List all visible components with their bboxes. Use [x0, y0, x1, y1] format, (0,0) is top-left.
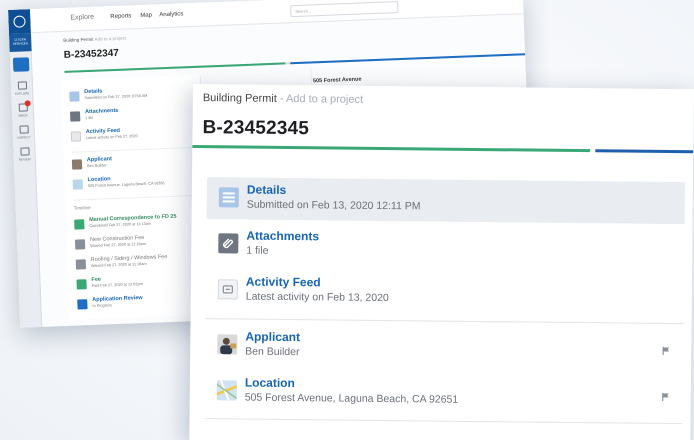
location-panel-title: 505 Forest Avenue: [312, 76, 362, 85]
list-item-attachments[interactable]: Attachments 1 file: [69, 105, 203, 128]
activity-feed-icon: [70, 131, 82, 142]
list-item-location[interactable]: Location 505 Forest Avenue, Laguna Beach…: [72, 173, 206, 196]
applicant-photo-icon: [217, 334, 238, 355]
permit-record-card: Building Permit - Add to a project B-234…: [189, 84, 694, 440]
timeline-item[interactable]: Fee Paid Feb 27, 2020 at 12:02pm: [76, 273, 209, 296]
breadcrumb: Building Permit - Add to a project: [202, 92, 364, 106]
nav-reports[interactable]: Reports: [110, 13, 131, 20]
nav-map[interactable]: Map: [140, 13, 152, 19]
document-icon: [69, 91, 80, 102]
list-item-details[interactable]: Details Submitted on Feb 13, 2020 12:11 …: [206, 177, 685, 225]
fee-icon: [75, 259, 87, 270]
list-item-attachments[interactable]: Attachments 1 file: [206, 223, 684, 270]
list-item-location[interactable]: Location 505 Forest Avenue, Laguna Beach…: [205, 370, 683, 417]
divider: [71, 146, 200, 153]
search-input[interactable]: Search...: [290, 1, 399, 18]
notification-badge: [24, 100, 31, 107]
divider: [205, 318, 684, 325]
brand-label: CITIZEN SERVICES: [8, 33, 32, 52]
check-icon: [74, 219, 85, 230]
divider: [204, 418, 683, 425]
list-item-applicant[interactable]: Applicant Ben Builder: [71, 153, 205, 176]
fee-paid-icon: [76, 279, 87, 290]
nav-analytics[interactable]: Analytics: [159, 11, 183, 18]
list-item-details[interactable]: Details Submitted on Feb 27, 2020 10:58 …: [69, 85, 202, 108]
sidebar: CITIZEN SERVICES EXPLORE INBOX INSPECT R…: [8, 9, 43, 328]
paperclip-icon: [218, 233, 239, 254]
add-to-project-link[interactable]: Add to a project: [286, 93, 363, 106]
list-item-activity-feed[interactable]: Activity Feed Latest activity on Feb 27,…: [70, 125, 204, 148]
review-in-progress-icon: [77, 299, 88, 310]
permit-number-title: B-23452345: [202, 117, 310, 140]
timeline-item[interactable]: Roofing / Siding / Windows Fee Waived Fe…: [75, 253, 209, 276]
record-summary-panel: Details Submitted on Feb 27, 2020 10:58 …: [60, 74, 210, 320]
sidebar-item-review[interactable]: REVIEW: [13, 147, 36, 162]
review-icon: [19, 147, 30, 156]
flag-icon[interactable]: [661, 392, 671, 402]
progress-bar: [64, 53, 526, 73]
app-logo-icon[interactable]: [8, 9, 31, 35]
record-summary-list: Details Submitted on Feb 13, 2020 12:11 …: [204, 177, 685, 425]
sidebar-item-search[interactable]: [12, 57, 30, 72]
activity-feed-icon: [217, 279, 238, 300]
page-title: B-23452347: [63, 47, 120, 61]
sidebar-item-inbox[interactable]: INBOX: [12, 100, 35, 118]
progress-bar: [192, 144, 694, 155]
timeline-heading: Timeline: [73, 205, 91, 211]
nav-explore[interactable]: Explore: [70, 14, 94, 22]
sidebar-item-inspect[interactable]: INSPECT: [13, 125, 36, 140]
document-icon: [218, 187, 239, 208]
timeline-item[interactable]: Manual Correspondence to FD 25 Completed…: [74, 213, 207, 236]
paperclip-icon: [69, 111, 81, 122]
explore-icon: [17, 81, 27, 90]
divider: [73, 194, 202, 201]
fee-icon: [74, 239, 86, 250]
flag-icon[interactable]: [661, 346, 671, 356]
list-item-activity-feed[interactable]: Activity Feed Latest activity on Feb 13,…: [206, 269, 684, 316]
inspect-icon: [18, 125, 29, 134]
top-navigation-bar: Explore Reports Map Analytics Search...: [30, 0, 524, 34]
breadcrumb-permit-type[interactable]: Building Permit: [203, 92, 277, 105]
list-item-applicant[interactable]: Applicant Ben Builder: [205, 324, 683, 371]
map-icon: [216, 380, 237, 401]
applicant-photo-icon: [71, 159, 83, 170]
timeline-item[interactable]: New Construction Fee Waived Feb 27, 2020…: [74, 233, 208, 256]
map-icon: [72, 179, 83, 190]
breadcrumb: Building Permit Add to a project: [63, 35, 127, 43]
sidebar-item-explore[interactable]: EXPLORE: [11, 81, 34, 96]
